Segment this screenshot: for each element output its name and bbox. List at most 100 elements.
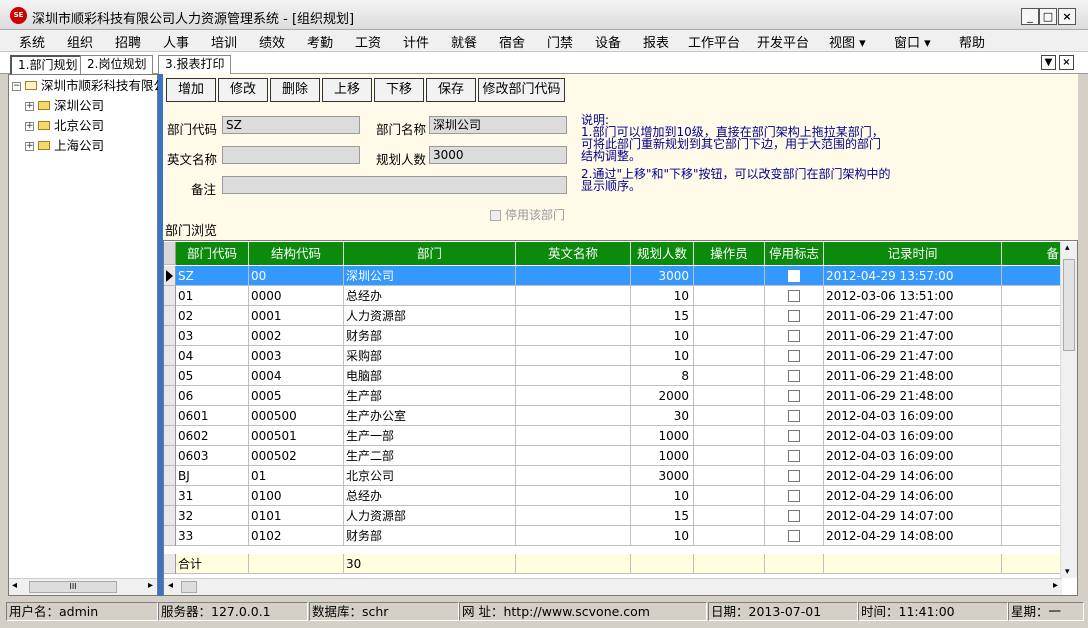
cell-struct[interactable]: 00 [249,266,344,286]
cell-dept[interactable]: 生产部 [344,386,516,406]
cell-time[interactable]: 2012-04-03 16:09:00 [824,446,1002,466]
tree-root[interactable]: − 深圳市顺彩科技有限公司 [12,77,179,95]
cell-en[interactable] [516,506,631,526]
row-indicator[interactable] [164,506,176,526]
table-row[interactable]: 0603 000502 生产二部 1000 2012-04-03 16:09:00 [176,446,1062,466]
tab-report-print[interactable]: 3.报表打印 [158,55,232,74]
move-up-button[interactable]: 上移 [322,78,372,102]
cell-code[interactable]: 0601 [176,406,249,426]
cell-remark[interactable] [1002,526,1062,546]
scroll-right-icon[interactable]: ▸ [148,580,153,591]
table-row[interactable]: 33 0102 财务部 10 2012-04-29 14:08:00 [176,526,1062,546]
delete-button[interactable]: 删除 [270,78,320,102]
row-indicator[interactable] [164,426,176,446]
cell-op[interactable] [694,286,765,306]
cell-time[interactable]: 2011-06-29 21:47:00 [824,326,1002,346]
scroll-up-icon[interactable]: ▴ [1065,243,1070,253]
cell-op[interactable] [694,386,765,406]
cell-remark[interactable] [1002,486,1062,506]
cell-code[interactable]: 04 [176,346,249,366]
cell-plan[interactable]: 15 [631,306,694,326]
cell-op[interactable] [694,506,765,526]
cell-struct[interactable]: 0000 [249,286,344,306]
checkbox-icon[interactable] [788,430,800,442]
cell-struct[interactable]: 0101 [249,506,344,526]
table-row[interactable]: 02 0001 人力资源部 15 2011-06-29 21:47:00 [176,306,1062,326]
checkbox-icon[interactable] [788,470,800,482]
cell-struct[interactable]: 000500 [249,406,344,426]
maximize-button[interactable]: □ [1039,8,1057,25]
cell-struct[interactable]: 000501 [249,426,344,446]
cell-struct[interactable]: 000502 [249,446,344,466]
cell-code[interactable]: 03 [176,326,249,346]
row-indicator[interactable] [164,346,176,366]
expand-icon[interactable]: + [25,142,34,151]
tab-dept-planning[interactable]: 1.部门规划 [10,55,86,74]
cell-dept[interactable]: 北京公司 [344,466,516,486]
dept-code-field[interactable]: SZ [222,116,360,134]
grid-horizontal-scrollbar[interactable]: ◂ ▸ [164,578,1062,595]
cell-code[interactable]: 06 [176,386,249,406]
cell-dept[interactable]: 生产一部 [344,426,516,446]
disabled-flag-cell[interactable] [765,506,824,526]
checkbox-icon[interactable] [788,530,800,542]
cell-remark[interactable] [1002,446,1062,466]
col-header-operator[interactable]: 操作员 [694,242,765,265]
disable-dept-checkbox[interactable]: 停用该部门 [490,206,565,223]
disabled-flag-cell[interactable] [765,426,824,446]
col-header-plan-count[interactable]: 规划人数 [631,242,694,265]
cell-op[interactable] [694,406,765,426]
cell-op[interactable] [694,346,765,366]
cell-time[interactable]: 2011-06-29 21:48:00 [824,386,1002,406]
cell-plan[interactable]: 3000 [631,466,694,486]
disabled-flag-cell[interactable] [765,446,824,466]
menu-salary[interactable]: 工资 [355,32,381,51]
checkbox-icon[interactable] [788,330,800,342]
cell-en[interactable] [516,386,631,406]
checkbox-icon[interactable] [788,290,800,302]
cell-op[interactable] [694,526,765,546]
plan-count-field[interactable]: 3000 [429,146,567,164]
cell-time[interactable]: 2011-06-29 21:47:00 [824,306,1002,326]
menu-work-platform[interactable]: 工作平台 [688,32,740,51]
cell-plan[interactable]: 10 [631,346,694,366]
cell-remark[interactable] [1002,366,1062,386]
disabled-flag-cell[interactable] [765,486,824,506]
cell-dept[interactable]: 财务部 [344,526,516,546]
disabled-flag-cell[interactable] [765,346,824,366]
row-indicator[interactable] [164,366,176,386]
menu-training[interactable]: 培训 [211,32,237,51]
scroll-down-icon[interactable]: ▾ [1065,567,1070,577]
cell-plan[interactable]: 1000 [631,426,694,446]
table-row[interactable]: 05 0004 电脑部 8 2011-06-29 21:48:00 [176,366,1062,386]
table-row[interactable]: 31 0100 总经办 10 2012-04-29 14:06:00 [176,486,1062,506]
disabled-flag-cell[interactable] [765,266,824,286]
cell-en[interactable] [516,466,631,486]
cell-time[interactable]: 2012-04-29 13:57:00 [824,266,1002,286]
cell-time[interactable]: 2011-06-29 21:48:00 [824,366,1002,386]
cell-plan[interactable]: 10 [631,286,694,306]
menu-piecework[interactable]: 计件 [403,32,429,51]
col-header-remark[interactable]: 备 [1002,242,1062,265]
cell-code[interactable]: 32 [176,506,249,526]
cell-op[interactable] [694,366,765,386]
col-header-dept-code[interactable]: 部门代码 [176,242,249,265]
menu-reports[interactable]: 报表 [643,32,669,51]
tree-node-shenzhen[interactable]: + 深圳公司 [25,97,104,115]
checkbox-icon[interactable] [788,270,800,282]
cell-op[interactable] [694,266,765,286]
edit-button[interactable]: 修改 [218,78,268,102]
menu-access-control[interactable]: 门禁 [547,32,573,51]
cell-time[interactable]: 2012-04-29 14:06:00 [824,486,1002,506]
disabled-flag-cell[interactable] [765,306,824,326]
cell-dept[interactable]: 总经办 [344,486,516,506]
row-indicator[interactable] [164,486,176,506]
cell-plan[interactable]: 2000 [631,386,694,406]
cell-code[interactable]: BJ [176,466,249,486]
disabled-flag-cell[interactable] [765,526,824,546]
cell-en[interactable] [516,286,631,306]
menu-performance[interactable]: 绩效 [259,32,285,51]
minimize-button[interactable]: _ [1021,8,1039,25]
cell-op[interactable] [694,466,765,486]
cell-op[interactable] [694,326,765,346]
